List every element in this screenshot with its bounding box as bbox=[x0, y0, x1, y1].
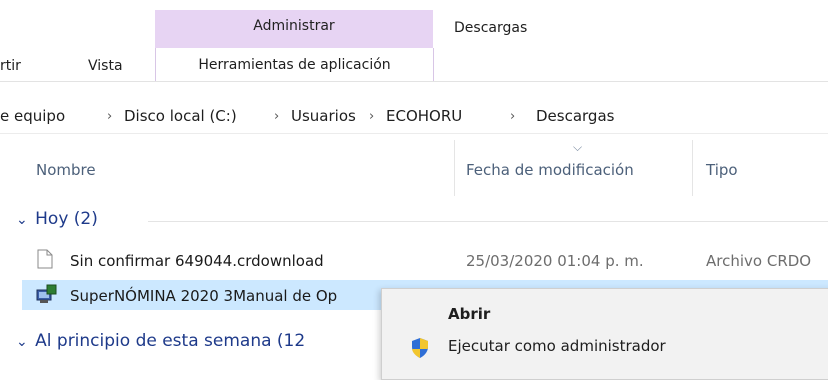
tab-share-partial[interactable]: rtir bbox=[0, 58, 21, 74]
breadcrumb-separator[interactable]: › bbox=[369, 109, 374, 124]
tab-vista[interactable]: Vista bbox=[88, 58, 123, 74]
group-divider bbox=[148, 221, 828, 222]
breadcrumb-separator[interactable]: › bbox=[510, 109, 515, 124]
chevron-down-icon: ⌄ bbox=[16, 212, 28, 228]
breadcrumb-separator[interactable]: › bbox=[274, 109, 279, 124]
column-divider[interactable] bbox=[454, 140, 455, 196]
document-icon bbox=[37, 249, 53, 269]
menu-item-label: Ejecutar como administrador bbox=[448, 337, 666, 355]
group-header-esta-semana[interactable]: ⌄ Al principio de esta semana (12 bbox=[16, 331, 305, 351]
breadcrumb-separator[interactable]: › bbox=[107, 109, 112, 124]
menu-item-abrir[interactable]: Abrir bbox=[382, 299, 828, 331]
breadcrumb-item-este-equipo[interactable]: e equipo bbox=[0, 107, 65, 125]
group-label: Al principio de esta semana (12 bbox=[35, 331, 306, 351]
group-header-hoy[interactable]: ⌄ Hoy (2) bbox=[16, 209, 98, 229]
column-divider[interactable] bbox=[692, 140, 693, 196]
group-label: Hoy (2) bbox=[35, 209, 98, 229]
column-header-nombre[interactable]: Nombre bbox=[36, 161, 96, 179]
breadcrumb-item-ecohoru[interactable]: ECOHORU bbox=[386, 107, 462, 125]
sort-chevron-icon: ⌵ bbox=[573, 140, 583, 154]
tab-label: Herramientas de aplicación bbox=[198, 57, 391, 73]
tab-herramientas-de-aplicacion[interactable]: Herramientas de aplicación bbox=[155, 48, 434, 81]
column-header-tipo[interactable]: Tipo bbox=[706, 161, 738, 179]
file-date: 25/03/2020 01:04 p. m. bbox=[466, 252, 644, 270]
file-type: Archivo CRDO bbox=[706, 252, 812, 270]
breadcrumb-item-usuarios[interactable]: Usuarios bbox=[291, 107, 356, 125]
breadcrumb-item-disco-local[interactable]: Disco local (C:) bbox=[124, 107, 237, 125]
menu-item-label: Abrir bbox=[448, 305, 491, 323]
menu-item-ejecutar-como-administrador[interactable]: Ejecutar como administrador bbox=[382, 331, 828, 363]
breadcrumb-item-descargas[interactable]: Descargas bbox=[536, 107, 614, 125]
address-bar-divider bbox=[0, 133, 828, 134]
window-title: Descargas bbox=[454, 20, 528, 36]
context-menu: Abrir Ejecutar como administrador bbox=[381, 288, 828, 380]
context-group-label: Administrar bbox=[253, 18, 335, 34]
file-name: SuperNÓMINA 2020 3Manual de Op bbox=[70, 287, 338, 305]
uac-shield-icon bbox=[412, 338, 428, 358]
file-name: Sin confirmar 649044.crdownload bbox=[70, 252, 324, 270]
chevron-down-icon: ⌄ bbox=[16, 334, 28, 350]
installer-icon bbox=[36, 284, 57, 303]
ribbon-divider bbox=[0, 81, 828, 82]
context-tab-group-administrar: Administrar bbox=[155, 10, 433, 48]
column-header-fecha[interactable]: Fecha de modificación bbox=[466, 161, 634, 179]
